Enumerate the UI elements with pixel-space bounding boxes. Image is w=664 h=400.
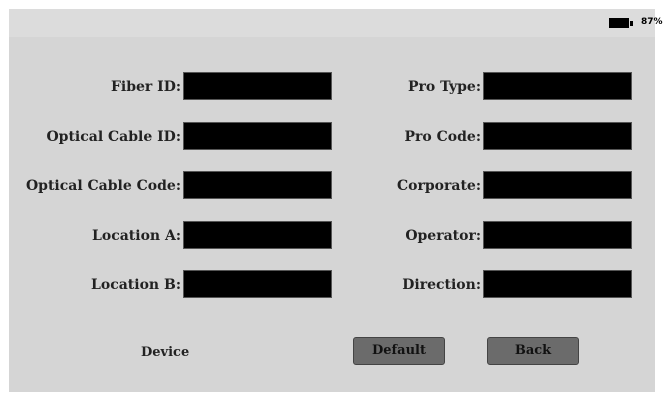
device-label: Device: [141, 345, 190, 360]
corporate-label: Corporate:: [397, 178, 481, 194]
corporate-input[interactable]: [483, 171, 632, 199]
direction-label: Direction:: [402, 277, 481, 293]
pro-code-input[interactable]: [483, 122, 632, 150]
operator-label: Operator:: [405, 228, 481, 244]
fiber-id-input[interactable]: [183, 72, 332, 100]
fiber-id-label: Fiber ID:: [110, 79, 181, 95]
direction-input[interactable]: [483, 270, 632, 298]
location-b-input[interactable]: [183, 270, 332, 298]
battery-percent: 87%: [641, 17, 663, 27]
pro-type-input[interactable]: [483, 72, 632, 100]
battery-icon: [609, 18, 633, 28]
pro-type-label: Pro Type:: [408, 79, 481, 95]
screen: 87% Fiber ID: Optical Cable ID: Optical …: [9, 9, 663, 392]
location-a-label: Location A:: [92, 228, 181, 244]
optical-cable-id-input[interactable]: [183, 122, 332, 150]
location-b-label: Location B:: [91, 277, 181, 293]
location-a-input[interactable]: [183, 221, 332, 249]
status-bar: 87%: [9, 9, 663, 37]
pro-code-label: Pro Code:: [404, 129, 481, 145]
optical-cable-code-input[interactable]: [183, 171, 332, 199]
optical-cable-code-label: Optical Cable Code:: [25, 178, 181, 194]
optical-cable-id-label: Optical Cable ID:: [46, 129, 181, 145]
operator-input[interactable]: [483, 221, 632, 249]
back-button[interactable]: Back: [487, 337, 579, 365]
default-button[interactable]: Default: [353, 337, 445, 365]
